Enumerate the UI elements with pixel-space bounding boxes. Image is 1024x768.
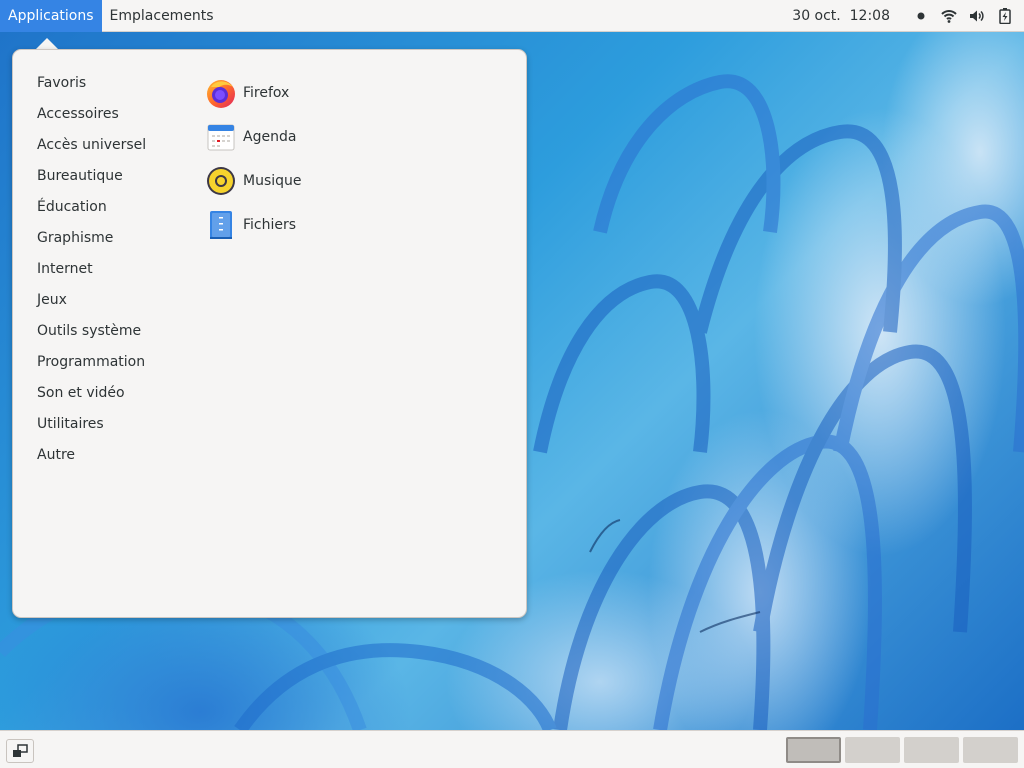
category-sound-video[interactable]: Son et vidéo: [37, 377, 146, 408]
category-label: Accessoires: [37, 105, 119, 122]
workspace-4[interactable]: [963, 737, 1018, 763]
category-label: Son et vidéo: [37, 384, 125, 401]
category-label: Bureautique: [37, 167, 123, 184]
category-favorites[interactable]: Favoris: [37, 67, 146, 98]
wifi-icon[interactable]: [940, 7, 958, 25]
calendar-icon: [205, 121, 237, 153]
applications-menu-popup: Favoris Accessoires Accès universel Bure…: [12, 49, 527, 618]
applications-menu-button[interactable]: Applications: [0, 0, 102, 32]
category-accessories[interactable]: Accessoires: [37, 98, 146, 129]
workspace-3[interactable]: [904, 737, 959, 763]
clock-label: 30 oct. 12:08: [792, 7, 890, 24]
category-games[interactable]: Jeux: [37, 284, 146, 315]
category-label: Utilitaires: [37, 415, 104, 432]
music-icon: [205, 165, 237, 197]
category-label: Outils système: [37, 322, 142, 339]
category-internet[interactable]: Internet: [37, 253, 146, 284]
category-label: Internet: [37, 260, 93, 277]
category-programming[interactable]: Programmation: [37, 346, 146, 377]
notification-dot-icon[interactable]: [912, 7, 930, 25]
menu-popup-arrow: [36, 38, 58, 49]
app-list: Firefox Agenda Musique Fichiers: [205, 71, 302, 247]
category-label: Favoris: [37, 74, 87, 91]
app-label: Musique: [243, 173, 302, 189]
app-item-fichiers[interactable]: Fichiers: [205, 203, 302, 247]
app-label: Agenda: [243, 129, 297, 145]
volume-icon[interactable]: [968, 7, 986, 25]
category-universal-access[interactable]: Accès universel: [37, 129, 146, 160]
app-label: Fichiers: [243, 217, 297, 233]
bottom-panel: [0, 730, 1024, 768]
files-icon: [205, 209, 237, 241]
app-item-agenda[interactable]: Agenda: [205, 115, 302, 159]
workspace-switcher: [786, 737, 1018, 763]
show-desktop-button[interactable]: [6, 739, 34, 763]
applications-menu-label: Applications: [8, 7, 94, 24]
app-item-firefox[interactable]: Firefox: [205, 71, 302, 115]
category-office[interactable]: Bureautique: [37, 160, 146, 191]
category-label: Programmation: [37, 353, 146, 370]
clock[interactable]: 30 oct. 12:08: [792, 8, 890, 24]
top-bar: Applications Emplacements 30 oct. 12:08: [0, 0, 1024, 32]
places-menu-label: Emplacements: [109, 7, 214, 24]
workspace-2[interactable]: [845, 737, 900, 763]
battery-icon[interactable]: [996, 7, 1014, 25]
category-label: Accès universel: [37, 136, 147, 153]
places-menu-button[interactable]: Emplacements: [102, 0, 222, 32]
app-item-musique[interactable]: Musique: [205, 159, 302, 203]
category-education[interactable]: Éducation: [37, 191, 146, 222]
system-tray[interactable]: [912, 7, 1014, 25]
category-graphics[interactable]: Graphisme: [37, 222, 146, 253]
category-label: Jeux: [37, 291, 67, 308]
category-system-tools[interactable]: Outils système: [37, 315, 146, 346]
workspace-1[interactable]: [786, 737, 841, 763]
app-label: Firefox: [243, 85, 290, 101]
category-utilities[interactable]: Utilitaires: [37, 408, 146, 439]
show-desktop-icon: [13, 744, 28, 757]
category-other[interactable]: Autre: [37, 439, 146, 470]
firefox-icon: [205, 77, 237, 109]
category-label: Graphisme: [37, 229, 114, 246]
category-label: Autre: [37, 446, 76, 463]
category-label: Éducation: [37, 198, 107, 215]
category-list: Favoris Accessoires Accès universel Bure…: [37, 67, 146, 470]
